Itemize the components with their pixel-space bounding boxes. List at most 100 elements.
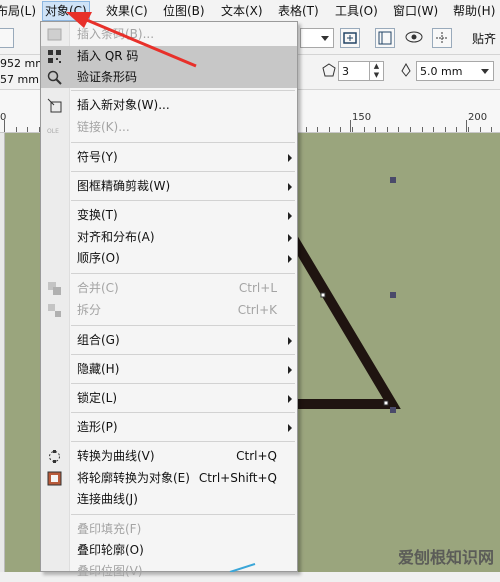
snap-to-label[interactable]: 贴齐 [472, 30, 496, 47]
y-coordinate[interactable]: 57 mm [0, 73, 39, 86]
sides-spinner[interactable]: ▲ ▼ [369, 62, 383, 80]
chevron-down-icon [321, 36, 329, 41]
ruler-minor-tick [387, 127, 388, 132]
ruler-tick [350, 120, 351, 132]
fit-page-svg [343, 32, 357, 44]
menu-item-shortcut: Ctrl+L [238, 281, 277, 295]
node-handle [383, 400, 389, 406]
menu-item-combine[interactable]: 合并(C) Ctrl+L [41, 278, 297, 299]
eye-svg [405, 31, 423, 43]
menu-item-shortcut: Ctrl+Q [236, 449, 277, 463]
ruler-minor-tick [410, 127, 411, 132]
menu-item-shaping[interactable]: 造形(P) [41, 417, 297, 438]
menu-item-insert-qr-code[interactable]: 插入 QR 码 [41, 46, 297, 67]
ruler-minor-tick [340, 127, 341, 132]
menu-item-shortcut: Ctrl+Shift+Q [198, 471, 277, 485]
sides-value: 3 [342, 65, 349, 78]
ruler-minor-tick [16, 127, 17, 132]
menu-item-hide[interactable]: 隐藏(H) [41, 359, 297, 380]
ruler-minor-tick [317, 127, 318, 132]
combine-icon [47, 281, 62, 296]
ruler-minor-tick [468, 127, 469, 132]
menu-item-label: 变换(T) [77, 208, 118, 222]
menu-item-link[interactable]: OLE 链接(K)... [41, 117, 297, 138]
menu-effects[interactable]: 效果(C) [106, 3, 148, 19]
ruler-label-0: 0 [0, 112, 7, 123]
menu-separator [71, 441, 295, 442]
submenu-arrow-icon [288, 337, 292, 345]
menu-item-convert-to-curves[interactable]: 转换为曲线(V) Ctrl+Q [41, 446, 297, 467]
watermark-text: 爱刨根知识网 [397, 548, 494, 567]
menu-item-transform[interactable]: 变换(T) [41, 205, 297, 226]
menu-item-lock[interactable]: 锁定(L) [41, 388, 297, 409]
menu-item-align-distribute[interactable]: 对齐和分布(A) [41, 227, 297, 248]
menu-object[interactable]: 对象(C) [42, 1, 90, 21]
frame-icon[interactable] [375, 28, 395, 48]
menu-item-join-curves[interactable]: 连接曲线(J) [41, 489, 297, 510]
pentagon-svg [322, 63, 336, 77]
menu-item-label: 拆分 [77, 303, 102, 317]
menu-separator [71, 354, 295, 355]
menu-tools[interactable]: 工具(O) [335, 3, 378, 19]
ruler-tick [466, 120, 467, 132]
chevron-down-icon [481, 69, 489, 74]
menu-separator [71, 90, 295, 91]
ruler-minor-tick [456, 127, 457, 132]
menu-separator [71, 412, 295, 413]
outline-width-dropdown[interactable]: 5.0 mm [416, 61, 494, 81]
menu-item-label: 转换为曲线(V) [77, 449, 155, 463]
ruler-minor-tick [306, 127, 307, 132]
menu-separator [71, 200, 295, 201]
menu-window[interactable]: 窗口(W) [393, 3, 438, 19]
menu-item-label: 插入新对象(W)... [77, 98, 170, 112]
ruler-minor-tick [364, 127, 365, 132]
zoom-dropdown[interactable] [300, 28, 334, 48]
submenu-arrow-icon [288, 154, 292, 162]
menu-item-label: 顺序(O) [77, 251, 120, 265]
view-icon[interactable] [404, 28, 424, 48]
qr-code-icon [47, 49, 62, 64]
menu-item-insert-new-object[interactable]: 插入新对象(W)... [41, 95, 297, 116]
fit-page-icon[interactable] [340, 28, 360, 48]
ruler-label-200: 200 [468, 112, 488, 123]
submenu-arrow-icon [288, 366, 292, 374]
magnifier-icon [47, 70, 62, 85]
menu-text[interactable]: 文本(X) [221, 3, 263, 19]
polygon-sides-input[interactable]: 3 ▲ ▼ [338, 61, 384, 81]
convert-curves-icon [47, 449, 62, 464]
submenu-arrow-icon [288, 212, 292, 220]
insert-object-icon [47, 98, 62, 113]
vertical-ruler[interactable] [0, 133, 5, 572]
menu-item-label: 对齐和分布(A) [77, 230, 155, 244]
menu-separator [71, 142, 295, 143]
menu-item-label: 插入条码(B)... [77, 27, 155, 41]
menu-item-order[interactable]: 顺序(O) [41, 248, 297, 269]
menu-item-label: 插入 QR 码 [77, 49, 139, 63]
menu-table[interactable]: 表格(T) [278, 3, 319, 19]
menu-item-outline-to-object[interactable]: 将轮廓转换为对象(E) Ctrl+Shift+Q [41, 468, 297, 489]
menu-item-verify-barcode[interactable]: 验证条形码 [41, 67, 297, 88]
menu-item-symbol[interactable]: 符号(Y) [41, 147, 297, 168]
menu-separator [71, 514, 295, 515]
menu-item-overprint-fill[interactable]: 叠印填充(F) [41, 519, 297, 540]
menu-help[interactable]: 帮助(H) [453, 3, 495, 19]
menu-bitmap[interactable]: 位图(B) [163, 3, 205, 19]
menu-layout[interactable]: 布局(L) [0, 3, 36, 19]
submenu-arrow-icon [288, 183, 292, 191]
menu-item-group[interactable]: 组合(G) [41, 330, 297, 351]
node-handle [320, 292, 326, 298]
menu-item-label: 隐藏(H) [77, 362, 120, 376]
submenu-arrow-icon [288, 395, 292, 403]
grid-icon[interactable] [432, 28, 452, 48]
selection-handle [390, 177, 396, 183]
outline-width-value: 5.0 mm [420, 65, 463, 78]
menu-item-break-apart[interactable]: 拆分 Ctrl+K [41, 300, 297, 321]
polygon-sides-icon [322, 63, 336, 80]
ruler-minor-tick [4, 127, 5, 132]
menu-item-powerclip[interactable]: 图框精确剪裁(W) [41, 176, 297, 197]
menu-item-insert-barcode[interactable]: 插入条码(B)... [41, 24, 297, 45]
page-icon[interactable] [0, 28, 14, 48]
menu-bar: 布局(L) 对象(C) 效果(C) 位图(B) 文本(X) 表格(T) 工具(O… [0, 0, 500, 23]
menu-item-label: 叠印轮廓(O) [77, 543, 144, 557]
menu-item-overprint-outline[interactable]: 叠印轮廓(O) [41, 540, 297, 561]
